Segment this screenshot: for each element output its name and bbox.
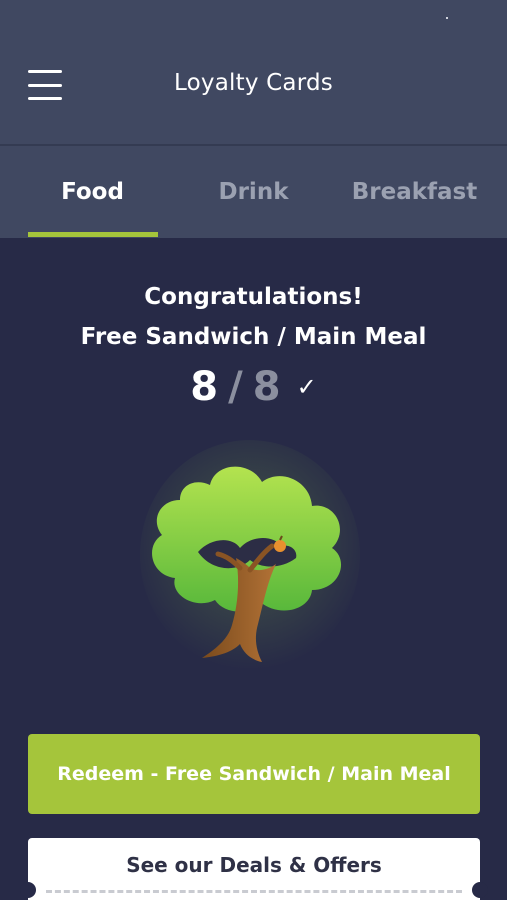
deals-offers-button[interactable]: See our Deals & Offers [20, 838, 488, 900]
hamburger-icon-line [28, 97, 62, 100]
category-tabs: Food Drink Breakfast [0, 146, 507, 238]
ticket-notch [472, 882, 488, 898]
tree-icon [140, 440, 360, 680]
checkmark-icon: ✓ [296, 373, 317, 401]
status-indicator [446, 17, 448, 19]
congratulations-heading: Congratulations! [144, 284, 363, 310]
tab-drink[interactable]: Drink [169, 146, 338, 238]
stamps-total: 8 [252, 364, 281, 410]
redeem-button[interactable]: Redeem - Free Sandwich / Main Meal [28, 734, 480, 814]
tab-food[interactable]: Food [8, 146, 177, 238]
active-tab-indicator [28, 232, 158, 237]
reward-name: Free Sandwich / Main Meal [80, 324, 427, 350]
stamp-separator: / [228, 364, 243, 410]
page-title: Loyalty Cards [174, 70, 333, 96]
app-screen: Loyalty Cards Food Drink Breakfast Congr… [0, 0, 507, 900]
deals-offers-label: See our Deals & Offers [126, 853, 382, 877]
ticket-perforation [46, 890, 462, 893]
ticket-notch [20, 882, 36, 898]
tab-breakfast[interactable]: Breakfast [330, 146, 499, 238]
app-header: Loyalty Cards [0, 0, 507, 146]
stamp-count: 8 / 8 ✓ [0, 364, 507, 410]
stamps-collected: 8 [190, 364, 219, 410]
